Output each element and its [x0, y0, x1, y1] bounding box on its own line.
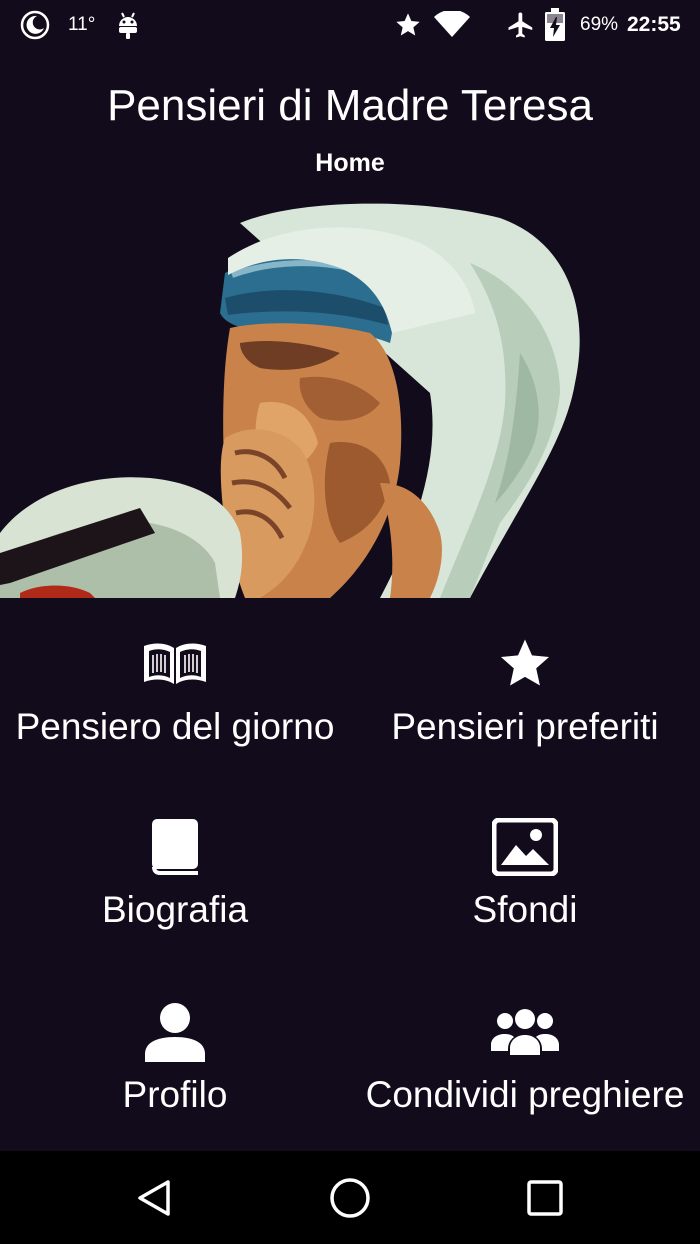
wifi-icon: [434, 0, 470, 50]
star-icon: [394, 0, 422, 50]
battery-charging-icon: [544, 0, 566, 50]
clock-text: 22:55: [627, 13, 681, 36]
back-icon: [138, 1179, 170, 1216]
menu-item-sfondi[interactable]: Sfondi: [350, 815, 700, 980]
person-icon: [140, 1000, 210, 1064]
status-bar: 11° 69% 22:55: [0, 0, 700, 50]
moon-icon: [20, 0, 50, 50]
airplane-icon: [506, 0, 536, 50]
menu-item-condividi-preghiere[interactable]: Condividi preghiere: [350, 1000, 700, 1165]
navigation-bar: [0, 1151, 700, 1244]
android-icon: [116, 0, 140, 50]
menu-item-label: Biografia: [101, 889, 249, 930]
home-icon: [330, 1177, 370, 1218]
menu-item-label: Pensieri preferiti: [391, 706, 659, 747]
page-subtitle: Home: [315, 149, 385, 177]
group-icon: [490, 1000, 560, 1064]
app-title: Pensieri di Madre Teresa: [107, 81, 593, 130]
menu-item-label: Pensiero del giorno: [15, 706, 335, 747]
menu-item-biografia[interactable]: Biografia: [0, 815, 350, 980]
menu-item-profilo[interactable]: Profilo: [0, 1000, 350, 1165]
star-icon: [490, 632, 560, 696]
book-icon: [140, 815, 210, 879]
menu-item-label: Profilo: [122, 1074, 228, 1115]
recents-button[interactable]: [500, 1151, 590, 1244]
image-icon: [490, 815, 560, 879]
home-button[interactable]: [305, 1151, 395, 1244]
menu-item-pensieri-preferiti[interactable]: Pensieri preferiti: [350, 632, 700, 797]
menu-item-label: Condividi preghiere: [365, 1074, 685, 1115]
temperature-text: 11°: [68, 14, 96, 35]
recents-icon: [527, 1179, 563, 1216]
open-book-icon: [140, 632, 210, 696]
back-button[interactable]: [110, 1151, 200, 1244]
battery-percentage: 69%: [580, 14, 619, 35]
app-screen: 11° 69% 22:55 Pensieri di Madre Teresa H…: [0, 0, 700, 1244]
menu-item-label: Sfondi: [472, 889, 578, 930]
menu-item-pensiero-del-giorno[interactable]: Pensiero del giorno: [0, 632, 350, 797]
mother-teresa-portrait: [0, 203, 700, 598]
